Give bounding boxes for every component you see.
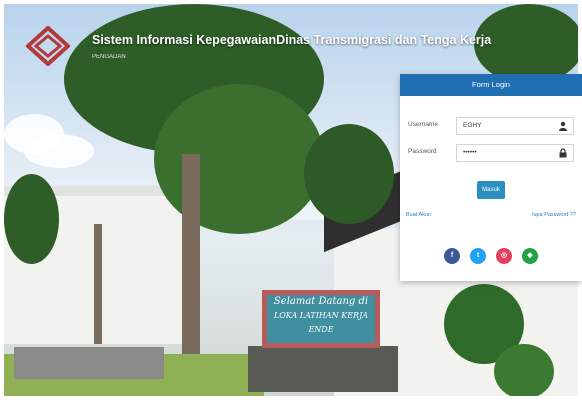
googleplus-icon[interactable]: ◆ — [522, 248, 538, 264]
username-input[interactable]: EGHY — [456, 117, 574, 135]
twitter-icon[interactable]: t — [470, 248, 486, 264]
password-row: Password •••••• — [408, 144, 574, 162]
password-value: •••••• — [463, 149, 477, 156]
concrete-bench — [14, 347, 164, 379]
tree-trunk — [182, 154, 200, 384]
app-title: Sistem Informasi KepegawaianDinas Transm… — [92, 33, 492, 47]
tree-canopy — [304, 124, 394, 224]
facebook-icon[interactable]: f — [444, 248, 460, 264]
login-button[interactable]: Masuk — [477, 181, 505, 199]
login-form-title: Form Login — [400, 74, 582, 96]
username-label: Username — [408, 121, 438, 128]
password-input[interactable]: •••••• — [456, 144, 574, 162]
register-link[interactable]: Buat Akun — [406, 212, 431, 218]
sign-line-3: ENDE — [308, 325, 334, 334]
username-value: EGHY — [463, 122, 482, 129]
password-label: Password — [408, 148, 437, 155]
login-form: Form Login Username EGHY Password •••••• — [400, 74, 582, 281]
username-row: Username EGHY — [408, 117, 574, 135]
sign-line-2: LOKA LATIHAN KERJA — [273, 311, 369, 320]
login-page: Selamat Datang di LOKA LATIHAN KERJA END… — [0, 0, 582, 400]
sign-base — [248, 346, 398, 392]
forgot-password-link[interactable]: lupa Password ?? — [532, 212, 576, 218]
logo-icon — [26, 26, 70, 66]
sign-line-1: Selamat Datang di — [273, 296, 369, 307]
bush — [494, 344, 554, 396]
welcome-signboard: Selamat Datang di LOKA LATIHAN KERJA END… — [262, 290, 380, 348]
tree-trunk — [94, 224, 102, 344]
cloud — [24, 134, 94, 168]
app-subtitle: PENGADAN — [92, 54, 126, 60]
tree-canopy — [4, 174, 59, 264]
user-icon — [559, 121, 567, 131]
instagram-icon[interactable]: ◎ — [496, 248, 512, 264]
tree-canopy — [154, 84, 324, 234]
lock-icon — [559, 148, 567, 158]
